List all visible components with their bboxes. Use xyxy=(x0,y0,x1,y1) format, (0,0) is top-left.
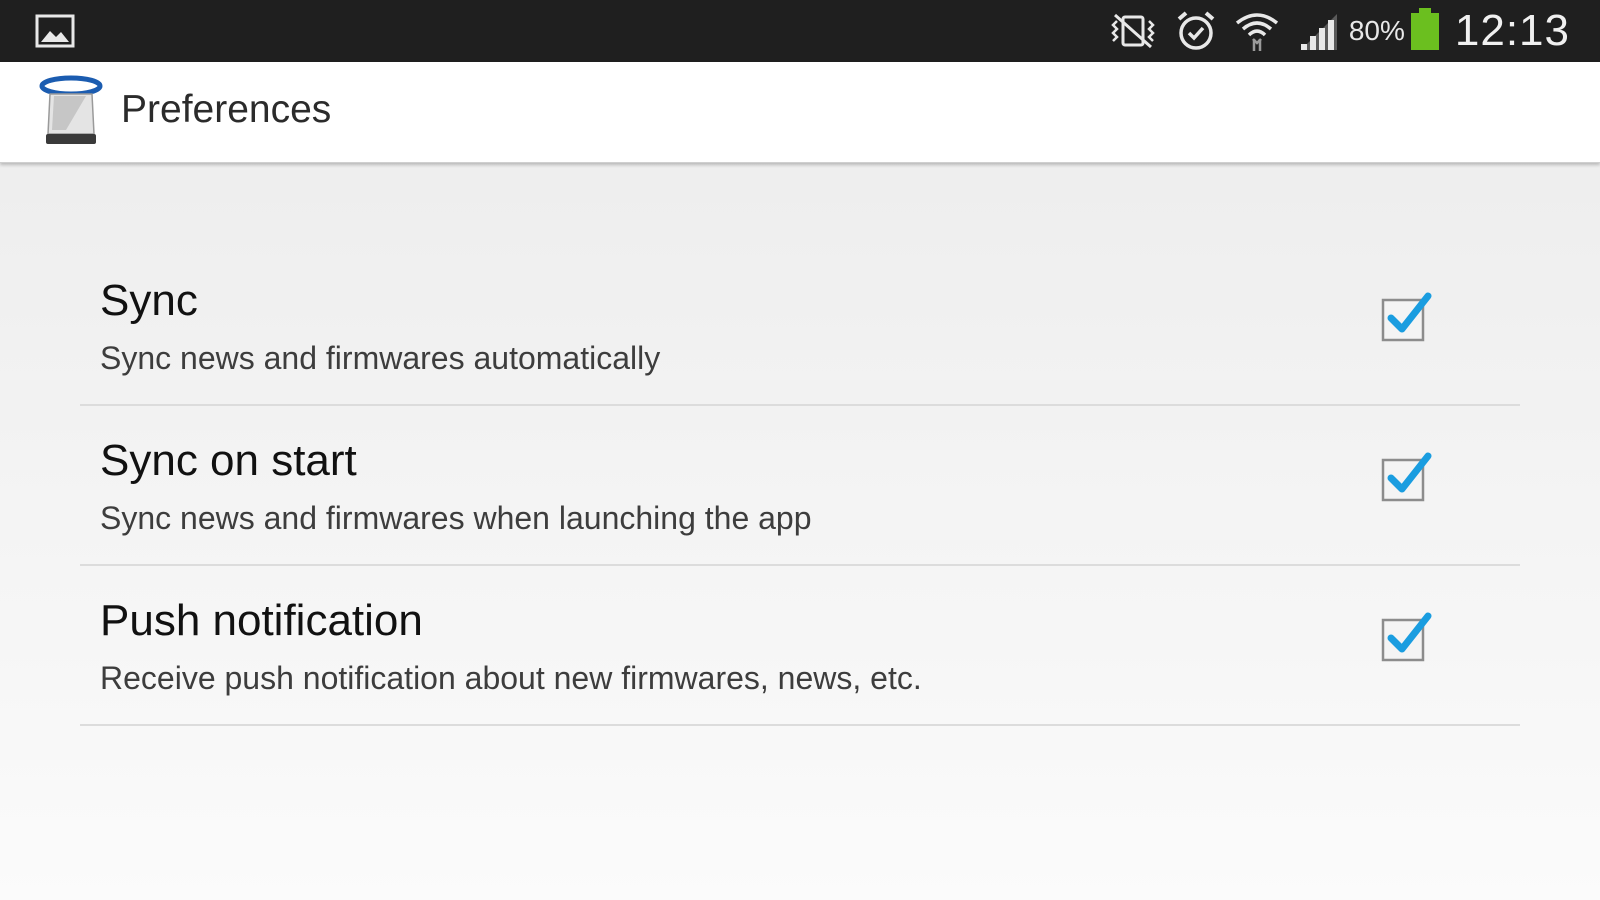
clock: 12:13 xyxy=(1454,6,1570,55)
alarm-icon xyxy=(1175,10,1217,52)
wifi-icon xyxy=(1233,9,1281,53)
battery-percent: 80% xyxy=(1348,15,1405,46)
phone-app-icon[interactable] xyxy=(38,74,104,150)
preference-title: Push notification xyxy=(100,596,423,645)
preference-list: Sync Sync news and firmwares automatical… xyxy=(80,246,1520,726)
sync-checkbox[interactable] xyxy=(1378,288,1436,346)
push-notification-checkbox[interactable] xyxy=(1378,608,1436,666)
status-icons: 80% 12:13 xyxy=(1091,0,1570,62)
preference-title: Sync on start xyxy=(100,436,357,485)
status-bar: 80% 12:13 xyxy=(0,0,1600,62)
sync-on-start-checkbox[interactable] xyxy=(1378,448,1436,506)
preference-sync-on-start[interactable]: Sync on start Sync news and firmwares wh… xyxy=(80,406,1520,566)
battery-icon xyxy=(1409,6,1441,56)
preference-summary: Receive push notification about new firm… xyxy=(100,660,922,696)
gallery-icon xyxy=(35,13,75,49)
preference-summary: Sync news and firmwares automatically xyxy=(100,340,661,376)
preference-summary: Sync news and firmwares when launching t… xyxy=(100,500,812,536)
signal-icon xyxy=(1297,10,1341,52)
preference-sync[interactable]: Sync Sync news and firmwares automatical… xyxy=(80,246,1520,406)
action-bar: Preferences xyxy=(0,62,1600,163)
preference-push-notification[interactable]: Push notification Receive push notificat… xyxy=(80,566,1520,726)
page-title: Preferences xyxy=(121,88,332,131)
vibrate-mute-icon xyxy=(1107,11,1159,51)
preference-title: Sync xyxy=(100,276,198,325)
